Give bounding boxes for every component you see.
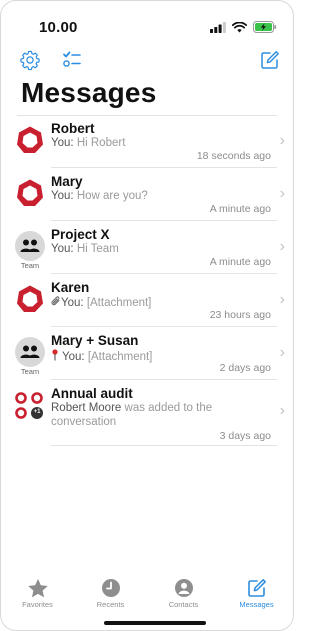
preview-text: How are you? [76, 190, 148, 202]
gear-icon [19, 49, 41, 76]
toolbar [1, 49, 293, 77]
chevron-right-icon: › [279, 185, 285, 202]
conversation-name: Project X [51, 227, 110, 242]
tab-label: Favorites [22, 600, 53, 609]
tab-recents[interactable]: Recents [74, 573, 147, 617]
chevron-right-icon: › [279, 402, 285, 419]
team-avatar [15, 337, 45, 367]
conversation-preview: You: [Attachment] [51, 296, 259, 309]
conversation-preview-line2: conversation [51, 416, 117, 428]
divider [51, 445, 277, 446]
preview-sender: You: [61, 297, 84, 309]
conversation-row[interactable]: Robert You: Hi Robert 18 seconds ago › [1, 115, 293, 168]
conversation-name: Mary + Susan [51, 333, 139, 348]
contact-logo-avatar [15, 178, 45, 208]
conversation-row[interactable]: Team Project X You: Hi Team A minute ago… [1, 221, 293, 274]
status-time: 10.00 [39, 19, 78, 36]
conversation-name: Mary [51, 174, 83, 189]
avatar-label: Team [20, 261, 40, 270]
settings-button[interactable] [17, 49, 43, 75]
team-avatar [15, 231, 45, 261]
battery-charging-icon [253, 20, 277, 38]
conversation-time: A minute ago [209, 203, 271, 215]
paperclip-icon [51, 296, 61, 309]
tab-label: Recents [96, 600, 125, 609]
conversation-row[interactable]: Mary You: How are you? A minute ago › [1, 168, 293, 221]
tab-favorites[interactable]: Favorites [1, 573, 74, 617]
contact-logo-avatar [15, 125, 45, 155]
person-icon [173, 577, 195, 599]
people-icon [20, 345, 40, 358]
pin-icon [51, 349, 59, 363]
conversation-preview: You: Hi Robert [51, 137, 259, 149]
tab-contacts[interactable]: Contacts [147, 573, 220, 617]
people-icon [20, 239, 40, 252]
compose-icon [246, 577, 268, 599]
preview-sender: You: [51, 137, 74, 149]
select-button[interactable] [59, 49, 85, 75]
avatar-label: Team [20, 367, 40, 376]
compose-button[interactable] [257, 49, 283, 75]
conversation-row[interactable]: +1 Annual audit Robert Moore was added t… [1, 380, 293, 446]
home-indicator[interactable] [104, 621, 206, 625]
conversation-name: Robert [51, 121, 95, 136]
chevron-right-icon: › [279, 238, 285, 255]
preview-text: Hi Robert [76, 137, 126, 149]
multi-member-avatar: +1 [15, 391, 45, 421]
star-icon [27, 577, 49, 599]
conversation-time: A minute ago [209, 256, 271, 268]
preview-sender: You: [62, 351, 85, 363]
preview-text: Hi Team [76, 243, 119, 255]
chevron-right-icon: › [279, 344, 285, 361]
status-bar: 10.00 [1, 1, 293, 43]
conversation-list: Robert You: Hi Robert 18 seconds ago › M… [1, 115, 293, 446]
clock-icon [100, 577, 122, 599]
conversation-name: Annual audit [51, 386, 133, 401]
tab-bar: Favorites Recents Contacts Messages [1, 573, 293, 617]
conversation-preview: Robert Moore was added to the [51, 402, 263, 414]
conversation-preview: You: [Attachment] [51, 349, 259, 363]
conversation-time: 3 days ago [219, 430, 271, 442]
conversation-preview: You: Hi Team [51, 243, 259, 255]
signal-icon [210, 20, 226, 38]
preview-sender: You: [51, 190, 74, 202]
preview-text: was added to the [124, 402, 213, 414]
conversation-time: 23 hours ago [209, 309, 271, 321]
checklist-icon [61, 49, 83, 76]
tab-label: Contacts [168, 600, 199, 609]
preview-sender: Robert Moore [51, 402, 122, 414]
phone-screen: 10.00 Messages Robert You: Hi Robert 18 … [0, 0, 294, 631]
preview-sender: You: [51, 243, 74, 255]
preview-text: [Attachment] [87, 351, 153, 363]
preview-text: [Attachment] [86, 297, 152, 309]
compose-icon [260, 50, 280, 75]
conversation-time: 2 days ago [219, 362, 271, 374]
member-count-badge: +1 [33, 409, 41, 415]
chevron-right-icon: › [279, 132, 285, 149]
conversation-row[interactable]: Team Mary + Susan You: [Attachment] 2 da… [1, 327, 293, 380]
conversation-time: 18 seconds ago [196, 150, 271, 162]
divider [17, 115, 277, 116]
tab-label: Messages [239, 600, 274, 609]
tab-messages[interactable]: Messages [220, 573, 293, 617]
contact-logo-avatar [15, 284, 45, 314]
conversation-row[interactable]: Karen You: [Attachment] 23 hours ago › [1, 274, 293, 327]
page-title: Messages [21, 77, 157, 108]
status-icons [210, 20, 277, 38]
chevron-right-icon: › [279, 291, 285, 308]
conversation-preview: You: How are you? [51, 190, 259, 202]
conversation-name: Karen [51, 280, 90, 295]
wifi-icon [231, 20, 248, 38]
